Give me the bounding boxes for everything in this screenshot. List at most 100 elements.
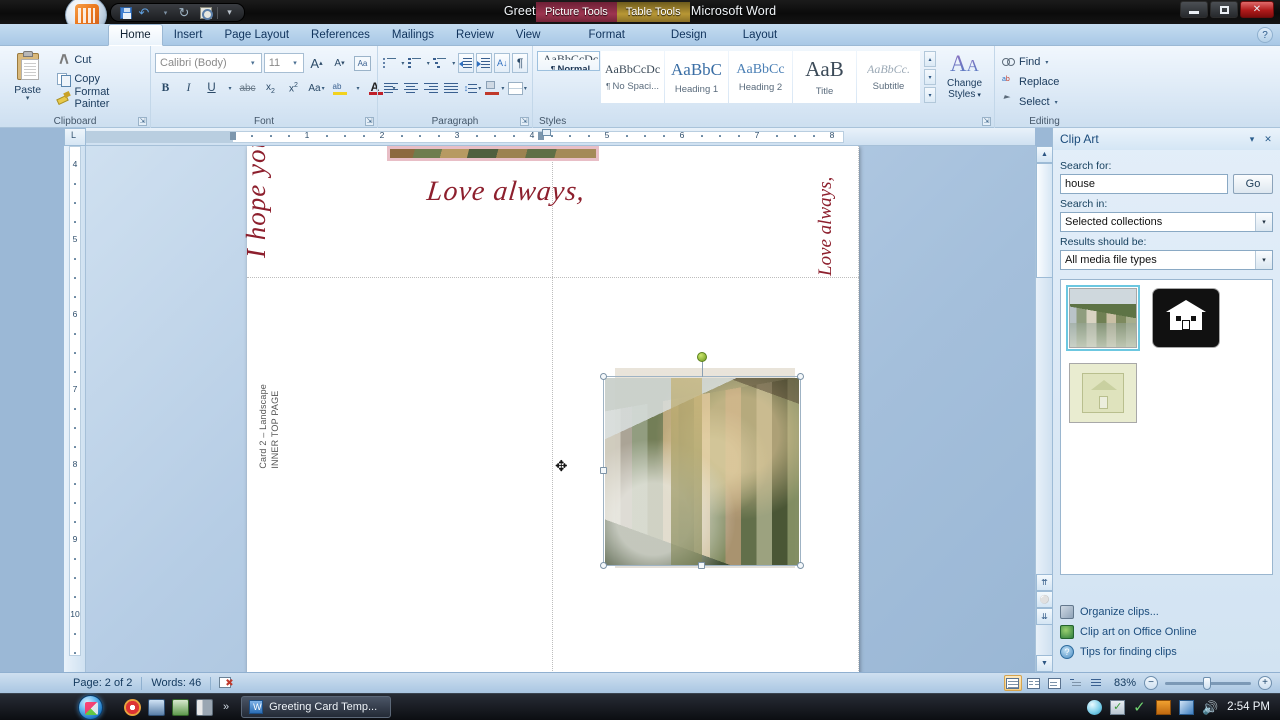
style-heading-2[interactable]: AaBbCc Heading 2 (729, 51, 792, 103)
highlight-chevron-down-icon[interactable]: ▾ (352, 78, 363, 98)
tab-page-layout[interactable]: Page Layout (213, 24, 300, 46)
tab-design[interactable]: Design (660, 24, 718, 46)
resize-handle-s[interactable] (698, 562, 705, 569)
style-no-spacing[interactable]: AaBbCcDc ¶ No Spaci... (601, 51, 664, 103)
taskbar-item-word[interactable]: Greeting Card Temp... (241, 696, 392, 718)
zoom-out-button[interactable]: − (1144, 676, 1158, 690)
find-chevron-down-icon[interactable]: ▾ (1045, 59, 1048, 66)
styles-gallery[interactable]: AaBbCcDc ¶ Normal AaBbCcDc ¶ No Spaci...… (537, 51, 920, 103)
increase-indent-button[interactable] (476, 53, 493, 73)
customize-qat-icon[interactable]: ▾ (221, 5, 238, 21)
view-print-layout-button[interactable] (1003, 675, 1022, 691)
rotate-handle[interactable] (697, 352, 707, 362)
cut-button[interactable]: Cut (54, 51, 146, 68)
font-name-combo[interactable]: Calibri (Body) ▾ (155, 53, 262, 73)
proofing-errors-icon[interactable]: ✖ (219, 676, 235, 690)
update-icon[interactable] (1110, 699, 1126, 715)
document-scrollbar-vertical[interactable]: ▲ ⇈ ⚪ ⇊ ▼ (1035, 146, 1053, 672)
justify-button[interactable] (442, 78, 460, 98)
organize-clips-link[interactable]: Organize clips... (1060, 602, 1274, 622)
maximize-button[interactable] (1210, 1, 1238, 18)
pane-menu-icon[interactable]: ▾ (1244, 131, 1260, 147)
view-full-screen-reading-button[interactable] (1025, 675, 1043, 691)
horizontal-ruler[interactable]: 1 2 3 4 5 6 7 8 (86, 128, 1035, 146)
tab-references[interactable]: References (300, 24, 381, 46)
line-spacing-button[interactable]: ↕ ▾ (462, 78, 483, 98)
align-left-button[interactable] (382, 78, 400, 98)
clear-formatting-icon[interactable]: Aa (352, 53, 373, 73)
help-icon[interactable]: ? (1257, 27, 1273, 43)
select-chevron-down-icon[interactable]: ▾ (1055, 99, 1058, 106)
previous-page-icon[interactable]: ⇈ (1036, 574, 1053, 591)
redo-icon[interactable]: ↻ (177, 5, 194, 21)
resize-handle-nw[interactable] (600, 373, 607, 380)
numbering-button[interactable] (407, 53, 422, 73)
view-draft-button[interactable] (1088, 675, 1106, 691)
font-size-chevron-down-icon[interactable]: ▾ (289, 59, 301, 67)
change-styles-button[interactable]: AA Change Styles ▾ (939, 51, 990, 101)
chrome-icon[interactable] (124, 698, 141, 716)
bullets-chevron-down-icon[interactable]: ▾ (399, 53, 405, 73)
style-title[interactable]: AaB Title (793, 51, 856, 103)
tab-home[interactable]: Home (108, 24, 163, 46)
network-icon[interactable] (172, 698, 189, 716)
save-icon[interactable] (117, 5, 134, 21)
styles-dialog-launcher[interactable]: ⇲ (982, 117, 991, 126)
select-browse-object-icon[interactable]: ⚪ (1036, 591, 1053, 608)
paste-button[interactable]: Paste ▾ (4, 49, 51, 109)
bold-button[interactable]: B (155, 78, 176, 98)
italic-button[interactable]: I (178, 78, 199, 98)
numbering-chevron-down-icon[interactable]: ▾ (425, 53, 431, 73)
tips-for-finding-clips-link[interactable]: ? Tips for finding clips (1060, 642, 1274, 662)
undo-dropdown-icon[interactable]: ▾ (157, 5, 174, 21)
results-type-select[interactable]: All media file types ▾ (1060, 250, 1273, 270)
paragraph-dialog-launcher[interactable]: ⇲ (520, 117, 529, 126)
font-size-combo[interactable]: 11 ▾ (263, 53, 304, 73)
change-case-button[interactable]: Aa ▾ (306, 78, 327, 98)
paste-dropdown-icon[interactable]: ▾ (26, 95, 30, 102)
love-always-text[interactable]: Love always, (425, 176, 586, 208)
undo-icon[interactable]: ↶ (137, 5, 154, 21)
zoom-slider[interactable] (1165, 676, 1251, 690)
tab-insert[interactable]: Insert (163, 24, 214, 46)
multilevel-chevron-down-icon[interactable]: ▾ (450, 53, 456, 73)
zoom-level[interactable]: 83% (1109, 677, 1141, 689)
vertical-ruler[interactable]: 4 5 6 7 8 9 10 (64, 146, 86, 672)
find-button[interactable]: Find ▾ (999, 53, 1090, 71)
grow-font-button[interactable]: A ▴ (306, 53, 327, 73)
view-outline-button[interactable] (1067, 675, 1085, 691)
subscript-button[interactable]: x2 (260, 78, 281, 98)
tab-mailings[interactable]: Mailings (381, 24, 445, 46)
clip-art-office-online-link[interactable]: Clip art on Office Online (1060, 622, 1274, 642)
replace-button[interactable]: ab Replace (999, 73, 1090, 91)
hope-you-come-home-text[interactable]: I hope you come home (241, 146, 272, 258)
underline-chevron-down-icon[interactable]: ▾ (224, 78, 235, 98)
quick-launch-more-icon[interactable]: » (223, 701, 229, 713)
align-right-button[interactable] (422, 78, 440, 98)
scroll-down-icon[interactable]: ▼ (1036, 655, 1053, 672)
bullets-button[interactable] (382, 53, 397, 73)
print-preview-icon[interactable] (197, 5, 214, 21)
multilevel-list-button[interactable] (433, 53, 448, 73)
decrease-indent-button[interactable] (458, 53, 475, 73)
pane-close-icon[interactable]: ✕ (1260, 131, 1276, 147)
battery-icon[interactable] (1156, 699, 1172, 715)
start-button[interactable] (68, 694, 112, 720)
zoom-slider-thumb[interactable] (1203, 676, 1211, 690)
globe-icon[interactable] (1087, 699, 1103, 715)
clipboard-dialog-launcher[interactable]: ⇲ (138, 117, 147, 126)
styles-scroll-up-icon[interactable]: ▴ (924, 51, 936, 67)
styles-more-icon[interactable]: ▾ (924, 87, 936, 103)
minimize-button[interactable] (1180, 1, 1208, 18)
reader-icon[interactable] (196, 698, 213, 716)
text-highlight-color-button[interactable]: ab (329, 78, 350, 98)
clip-result-green-house-outline[interactable] (1066, 360, 1140, 426)
tab-format[interactable]: Format (577, 24, 635, 46)
card-banner-image[interactable] (387, 146, 599, 161)
tab-layout[interactable]: Layout (732, 24, 789, 46)
resize-handle-ne[interactable] (797, 373, 804, 380)
page-indicator[interactable]: Page: 2 of 2 (64, 675, 141, 691)
font-name-chevron-down-icon[interactable]: ▾ (247, 59, 259, 67)
close-button[interactable]: ✕ (1240, 1, 1274, 18)
resize-handle-se[interactable] (797, 562, 804, 569)
